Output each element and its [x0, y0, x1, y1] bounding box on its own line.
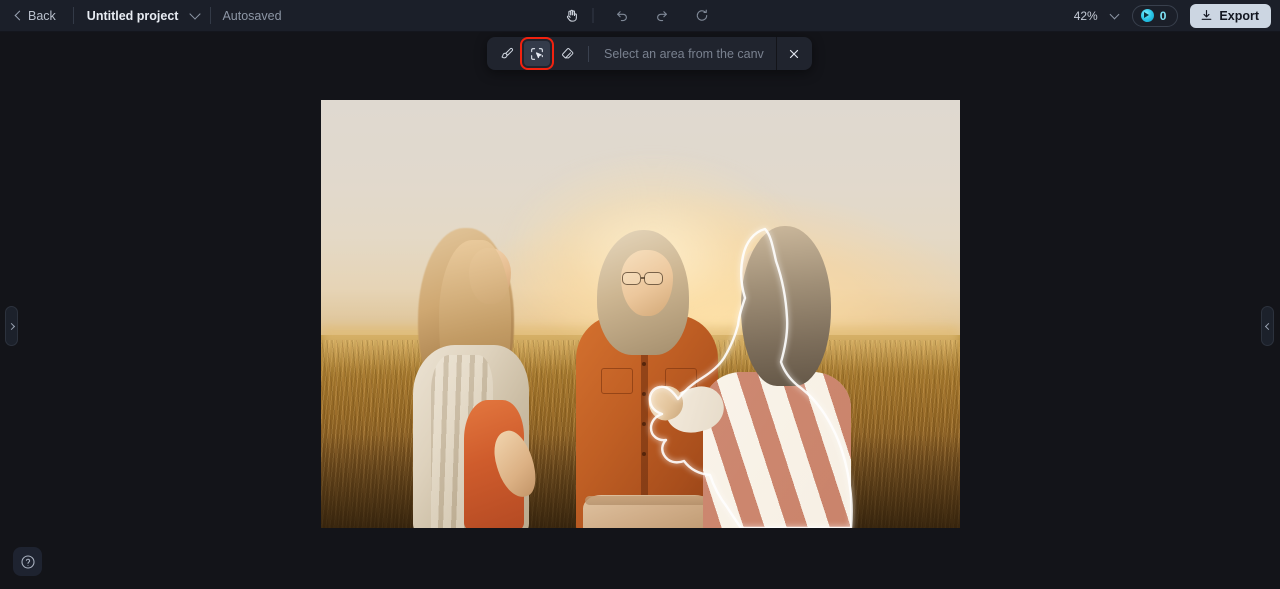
export-button-label: Export: [1219, 8, 1259, 23]
canvas-area[interactable]: [0, 32, 1280, 589]
undo-icon: [616, 11, 627, 22]
back-button-label: Back: [28, 8, 56, 23]
selected-subject-group[interactable]: [321, 100, 960, 528]
project-name[interactable]: Untitled project: [85, 6, 181, 26]
pan-hand-button[interactable]: [559, 4, 585, 28]
help-button[interactable]: [13, 547, 42, 576]
close-icon: [789, 49, 799, 58]
header-divider-1: [72, 7, 74, 24]
back-button[interactable]: Back: [10, 5, 62, 27]
select-area-tool-button[interactable]: [520, 37, 554, 70]
header-center-tools: [559, 0, 722, 31]
chevron-left-icon: [1264, 322, 1272, 330]
credit-coin-icon: [1140, 9, 1154, 22]
redo-button[interactable]: [649, 4, 675, 28]
selection-toolbar: [487, 37, 812, 70]
toolbar-close-separator: [776, 37, 777, 70]
selection-prompt-input[interactable]: [604, 46, 764, 61]
close-toolbar-button[interactable]: [781, 41, 807, 66]
eraser-tool-button[interactable]: [554, 41, 580, 66]
chevron-left-icon: [14, 10, 25, 21]
export-button[interactable]: Export: [1190, 3, 1271, 28]
toolbar-divider: [588, 45, 589, 62]
selection-prompt-field[interactable]: [596, 41, 772, 66]
figure-right-hair: [741, 226, 831, 386]
chevron-right-icon: [7, 322, 15, 330]
zoom-chevron-down-icon[interactable]: [1109, 9, 1120, 19]
select-area-icon: [531, 47, 543, 60]
download-icon: [1202, 10, 1212, 20]
help-circle-icon: [20, 554, 35, 569]
app-header: Back Untitled project Autosaved 42% 0 Ex…: [0, 0, 1280, 32]
pan-hand-icon: [566, 9, 577, 22]
photo-layers: [321, 100, 960, 528]
header-center-divider: [592, 8, 594, 23]
figure-right-shirt-stripes: [703, 372, 851, 528]
canvas-photo[interactable]: [321, 100, 960, 528]
undo-button[interactable]: [609, 4, 635, 28]
eraser-icon: [561, 48, 573, 59]
chevron-down-icon[interactable]: [189, 8, 202, 20]
brush-icon: [501, 47, 513, 59]
reset-icon: [696, 9, 707, 21]
zoom-level[interactable]: 42%: [1071, 7, 1101, 25]
header-divider-2: [210, 7, 212, 24]
header-right-group: 42% 0 Export: [1071, 0, 1271, 31]
autosave-status: Autosaved: [222, 8, 282, 23]
credits-count: 0: [1159, 8, 1167, 23]
redo-icon: [656, 11, 667, 22]
brush-tool-button[interactable]: [494, 41, 520, 66]
reset-button[interactable]: [689, 4, 715, 28]
left-panel-toggle[interactable]: [5, 306, 18, 346]
header-left-group: Back Untitled project Autosaved: [0, 0, 282, 31]
right-panel-toggle[interactable]: [1261, 306, 1274, 346]
credits-badge[interactable]: 0: [1131, 4, 1179, 27]
